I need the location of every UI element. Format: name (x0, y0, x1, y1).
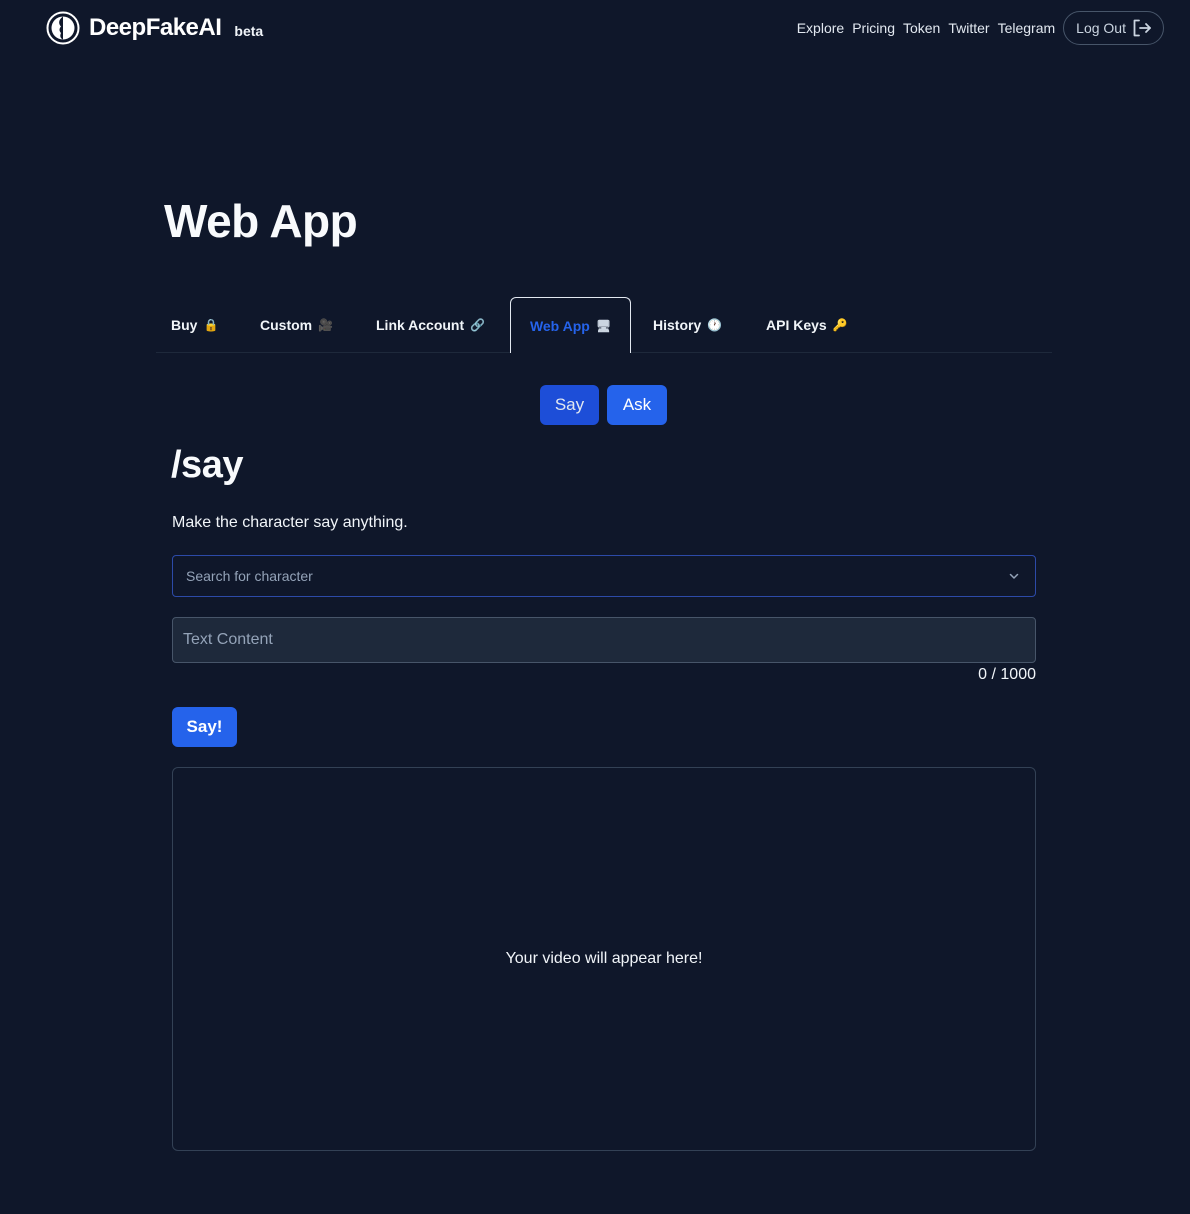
tab-buy[interactable]: Buy 🔒 (171, 297, 218, 352)
link-icon: 🔗 (470, 317, 486, 332)
logout-button[interactable]: Log Out (1063, 11, 1164, 45)
tab-label: History (653, 316, 702, 333)
tab-label: Web App (529, 317, 590, 334)
clock-icon: 🕐 (707, 317, 723, 332)
tab-history[interactable]: History 🕐 (653, 297, 722, 352)
character-counter: 0 / 1000 (978, 666, 1036, 683)
nav-link-explore[interactable]: Explore (797, 20, 844, 36)
mode-say-button[interactable]: Say (540, 385, 599, 425)
tab-label: API Keys (766, 316, 827, 333)
tab-label: Buy (171, 316, 198, 333)
tab-custom[interactable]: Custom 🎥 (260, 297, 333, 352)
nav-link-token[interactable]: Token (903, 20, 940, 36)
tab-bar: Buy 🔒 Custom 🎥 Link Account 🔗 Web App 🖥 … (156, 297, 1052, 353)
video-output-area: Your video will appear here! (172, 767, 1036, 1151)
tab-web-app[interactable]: Web App 🖥 (510, 297, 631, 353)
desktop-icon: 🖥 (595, 318, 612, 333)
text-content-input[interactable] (172, 617, 1036, 663)
section-description: Make the character say anything. (172, 514, 408, 531)
logout-label: Log Out (1076, 20, 1126, 36)
movie-camera-icon: 🎥 (318, 317, 334, 332)
video-placeholder-text: Your video will appear here! (505, 950, 703, 967)
key-icon: 🔑 (832, 317, 848, 332)
character-search-select[interactable]: Search for character (172, 555, 1036, 597)
tab-label: Link Account (376, 316, 465, 333)
top-navbar: DeepFakeAI beta Explore Pricing Token Tw… (0, 0, 1190, 56)
nav-link-pricing[interactable]: Pricing (852, 20, 895, 36)
brand-logo[interactable]: DeepFakeAI beta (46, 11, 263, 45)
tab-api-keys[interactable]: API Keys 🔑 (766, 297, 848, 352)
tab-link-account[interactable]: Link Account 🔗 (376, 297, 485, 352)
section-heading: /say (171, 444, 243, 486)
nav-link-telegram[interactable]: Telegram (998, 20, 1056, 36)
beta-badge: beta (234, 23, 264, 39)
nav-link-twitter[interactable]: Twitter (948, 20, 989, 36)
logout-icon (1133, 19, 1151, 37)
chevron-down-icon (1009, 573, 1019, 579)
nav-links: Explore Pricing Token Twitter Telegram L… (797, 11, 1164, 45)
page-title: Web App (164, 195, 358, 247)
say-submit-button[interactable]: Say! (172, 707, 237, 747)
mode-ask-button[interactable]: Ask (607, 385, 667, 425)
brand-name: DeepFakeAI (89, 14, 222, 41)
character-search-placeholder: Search for character (186, 568, 313, 584)
logo-icon (46, 11, 80, 45)
lock-icon: 🔒 (203, 317, 219, 332)
tab-label: Custom (260, 316, 313, 333)
